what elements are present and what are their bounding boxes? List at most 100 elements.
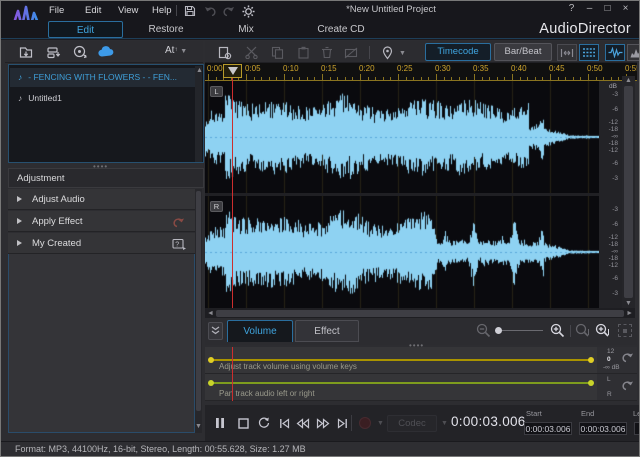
tab-effect[interactable]: Effect <box>295 320 359 342</box>
tab-restore[interactable]: Restore <box>131 21 201 38</box>
settings-button[interactable] <box>237 2 259 20</box>
zoom-slider-track[interactable] <box>495 330 543 331</box>
collapse-panel-button[interactable] <box>208 322 223 340</box>
tab-create-cd[interactable]: Create CD <box>297 21 385 38</box>
menu-file[interactable]: File <box>45 4 68 17</box>
cut-button[interactable] <box>239 44 263 61</box>
zoom-in-button[interactable] <box>550 323 565 343</box>
playhead-handle[interactable] <box>223 64 242 78</box>
end-time-field[interactable]: 0:00:03.006 <box>579 422 627 435</box>
ruler-tick <box>322 74 323 80</box>
scrollbar-thumb[interactable] <box>216 310 624 317</box>
paste-button[interactable] <box>291 44 315 61</box>
go-end-button[interactable] <box>332 414 352 432</box>
timeline-ruler[interactable]: 0:000:050:100:150:200:250:300:350:400:45… <box>205 63 637 81</box>
minimize-button[interactable]: – <box>582 3 597 14</box>
pan-keyframe-dot[interactable] <box>208 380 214 386</box>
save-button[interactable] <box>179 2 201 20</box>
import-file-button[interactable] <box>15 43 37 61</box>
record-button[interactable] <box>355 414 375 432</box>
app-window: File Edit View Help *New Untitled Projec… <box>0 0 640 457</box>
section-apply-effect[interactable]: Apply Effect <box>8 211 195 232</box>
pan-keyframe-line[interactable] <box>211 382 591 384</box>
ruler-tick <box>550 74 551 80</box>
stop-button[interactable] <box>233 414 253 432</box>
edit-settings-button[interactable] <box>213 44 237 61</box>
scrollbar-thumb[interactable] <box>624 86 633 298</box>
section-label: Adjust Audio <box>32 194 85 205</box>
volume-keyframe-dot[interactable] <box>588 357 594 363</box>
pan-keyframe-dot[interactable] <box>588 380 594 386</box>
codec-dropdown-icon[interactable]: ▼ <box>441 420 448 427</box>
reset-effect-icon[interactable] <box>172 217 185 228</box>
waveform-left-channel[interactable] <box>205 81 599 193</box>
volume-keyframe-line[interactable] <box>211 359 591 361</box>
keyframe-panel-toggle[interactable] <box>579 44 599 61</box>
ruler-tick <box>345 77 346 80</box>
vertical-zoom-in-icon <box>595 323 610 338</box>
left-channel-badge[interactable]: L <box>210 86 223 97</box>
fast-forward-button[interactable] <box>313 414 333 432</box>
barbeat-button[interactable]: Bar/Beat <box>494 43 552 61</box>
maximize-button[interactable]: □ <box>600 3 615 14</box>
tab-volume[interactable]: Volume <box>227 320 293 342</box>
tab-edit[interactable]: Edit <box>48 21 123 38</box>
marker-button[interactable] <box>375 44 399 61</box>
list-item[interactable]: ♪Untitled1 <box>10 89 195 108</box>
rewind-button[interactable] <box>293 414 313 432</box>
sort-dropdown[interactable]: At↑ ▼ <box>165 45 187 56</box>
start-time-field[interactable]: 0:00:03.006 <box>524 422 572 435</box>
spectral-view-toggle[interactable] <box>627 44 640 61</box>
fit-view-button[interactable] <box>618 324 632 337</box>
trim-button[interactable] <box>339 44 363 61</box>
db-scale-label: -3 <box>612 290 618 297</box>
waveform-view-toggle[interactable] <box>605 44 625 61</box>
section-my-created[interactable]: My Created ? <box>8 233 195 254</box>
right-channel-badge[interactable]: R <box>210 201 223 212</box>
shuttle-toggle[interactable] <box>557 44 577 61</box>
close-button[interactable]: × <box>618 3 633 14</box>
length-field[interactable]: 0 <box>634 422 640 435</box>
timecode-button[interactable]: Timecode <box>425 43 491 61</box>
reset-pan-icon[interactable] <box>621 380 634 391</box>
go-start-button[interactable] <box>274 414 294 432</box>
section-adjust-audio[interactable]: Adjust Audio <box>8 189 195 210</box>
volume-automation-track[interactable]: Adjust track volume using volume keys <box>205 347 597 374</box>
ruler-tick <box>428 77 429 80</box>
menu-edit[interactable]: Edit <box>81 4 105 17</box>
record-dropdown-icon[interactable]: ▼ <box>377 420 384 427</box>
tab-mix[interactable]: Mix <box>213 21 279 38</box>
vertical-zoom-in-button[interactable] <box>595 323 610 343</box>
download-clips-button[interactable] <box>69 43 91 61</box>
copy-button[interactable] <box>265 44 289 61</box>
vertical-zoom-out-button[interactable] <box>575 323 590 343</box>
ruler-tick <box>588 74 589 80</box>
adjustment-scrollbar[interactable]: ▼ <box>195 189 202 433</box>
import-clip-button[interactable] <box>43 43 65 61</box>
menu-view[interactable]: View <box>114 4 142 17</box>
pan-automation-track[interactable]: Pan track audio left or right <box>205 374 597 401</box>
zoom-slider-thumb[interactable] <box>495 327 502 334</box>
vertical-scrollbar[interactable]: ▲ ▼ <box>622 76 635 308</box>
menu-help[interactable]: Help <box>148 4 176 17</box>
loop-button[interactable] <box>254 414 274 432</box>
list-scrollbar[interactable]: ▲ <box>195 66 202 162</box>
cloud-button[interactable] <box>95 43 117 61</box>
codec-button[interactable]: Codec <box>387 415 437 432</box>
marker-dropdown-icon[interactable]: ▼ <box>399 50 406 57</box>
delete-button[interactable] <box>315 44 339 61</box>
db-scale: dB -3-6-12-18-∞-18-12-6-3-3-6-12-18-∞-18… <box>599 81 622 308</box>
reset-volume-icon[interactable] <box>621 352 634 363</box>
waveform-right-channel[interactable] <box>205 196 599 308</box>
playhead-line[interactable] <box>232 78 233 308</box>
redo-button[interactable] <box>217 2 239 20</box>
scrollbar-thumb[interactable] <box>196 191 201 411</box>
preset-import-icon[interactable]: ? <box>172 238 186 250</box>
zoom-out-button[interactable] <box>476 323 491 343</box>
pause-button[interactable] <box>210 414 230 432</box>
waveform-display[interactable]: L R <box>205 81 599 308</box>
volume-keyframe-dot[interactable] <box>208 357 214 363</box>
list-item[interactable]: ♪- FENCING WITH FLOWERS - - FEN... <box>10 68 195 87</box>
horizontal-scrollbar[interactable]: ◄ ► <box>205 308 635 318</box>
help-button[interactable]: ? <box>564 3 579 14</box>
